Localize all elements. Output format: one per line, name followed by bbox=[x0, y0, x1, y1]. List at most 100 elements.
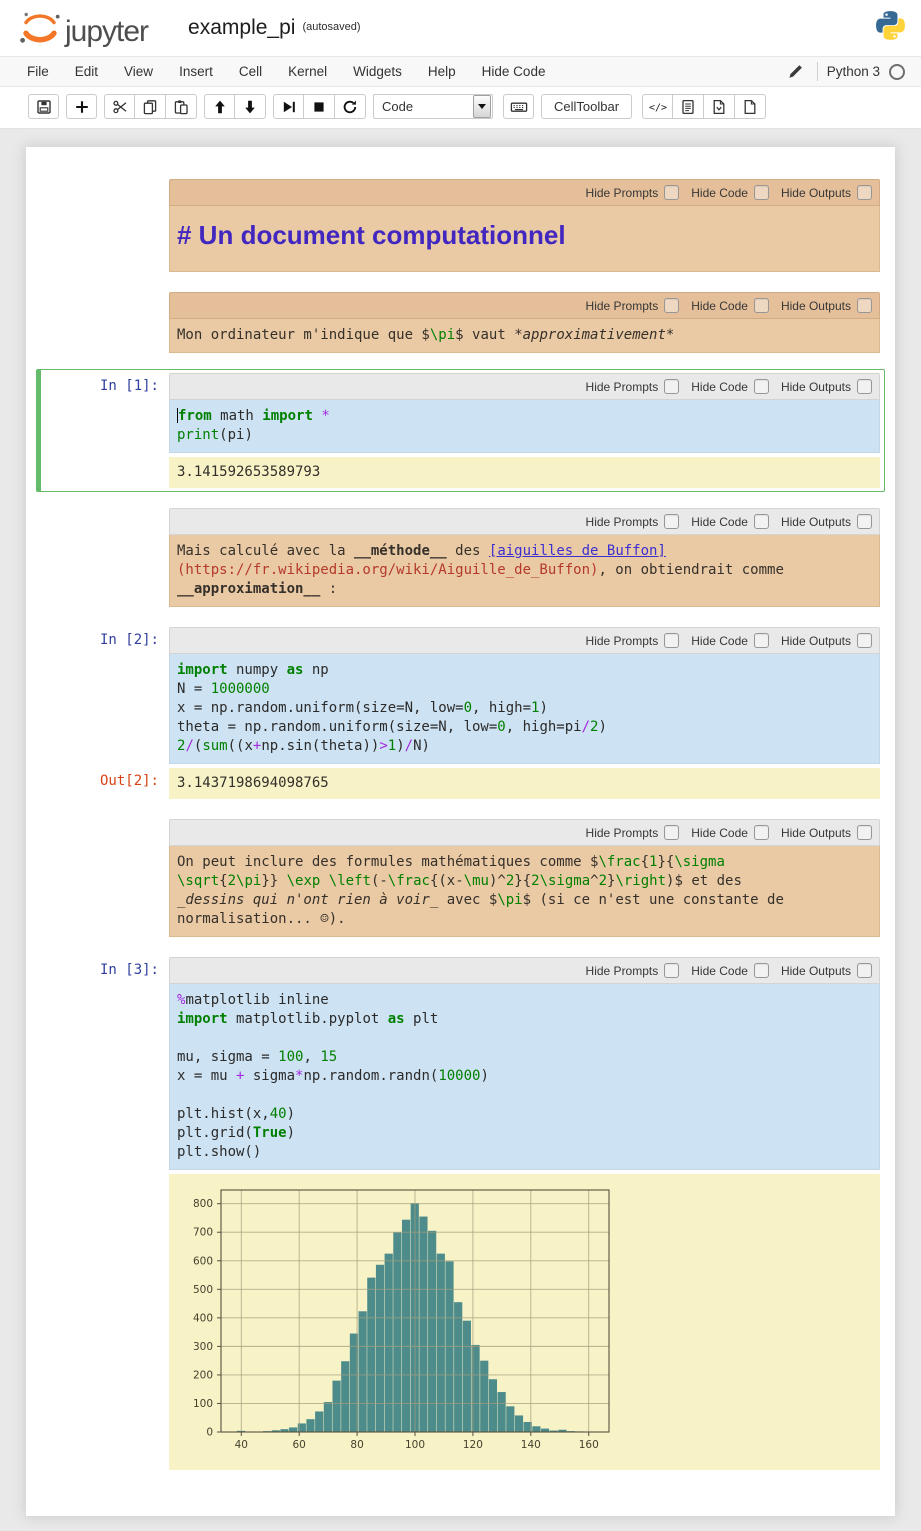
cut-button[interactable] bbox=[104, 94, 135, 119]
paste-button[interactable] bbox=[166, 94, 197, 119]
hide-code-checkbox[interactable] bbox=[754, 633, 769, 648]
markdown-source[interactable]: Mon ordinateur m'indique que $\pi$ vaut … bbox=[169, 319, 880, 353]
hide-prompts-checkbox[interactable] bbox=[664, 185, 679, 200]
notebook-title[interactable]: example_pi bbox=[188, 16, 295, 40]
code-cell[interactable]: In [2]:Hide PromptsHide CodeHide Outputs… bbox=[36, 623, 885, 803]
menu-item-edit[interactable]: Edit bbox=[62, 64, 111, 79]
hide-prompts-checkbox[interactable] bbox=[664, 825, 679, 840]
hide-outputs-checkbox[interactable] bbox=[857, 633, 872, 648]
notebook-header: jupyter example_pi (autosaved) bbox=[0, 0, 921, 56]
toolbar-group bbox=[28, 94, 59, 119]
cell-type-select[interactable]: Code bbox=[373, 94, 493, 119]
hide-outputs-checkbox[interactable] bbox=[857, 185, 872, 200]
move-down-button[interactable] bbox=[235, 94, 266, 119]
add-cell-button[interactable] bbox=[66, 94, 97, 119]
histogram-figure: 4060801001201401600100200300400500600700… bbox=[173, 1178, 625, 1462]
file-blank-icon bbox=[742, 99, 758, 115]
menu-items: FileEditViewInsertCellKernelWidgetsHelpH… bbox=[14, 63, 558, 81]
python-logo-icon bbox=[874, 9, 907, 47]
output-prompt bbox=[41, 1170, 169, 1470]
jupyter-logo[interactable]: jupyter bbox=[18, 9, 148, 47]
source-line: # Un document computationnel bbox=[177, 213, 872, 264]
hide-code-checkbox[interactable] bbox=[754, 963, 769, 978]
file-text-button[interactable] bbox=[673, 94, 704, 119]
code-editor[interactable]: import numpy as npN = 1000000x = np.rand… bbox=[169, 654, 880, 764]
file-blank-button[interactable] bbox=[735, 94, 766, 119]
input-prompt: In [1]: bbox=[41, 373, 169, 453]
cell-toolbar-label: Hide Code bbox=[691, 515, 748, 529]
hide-prompts-checkbox[interactable] bbox=[664, 379, 679, 394]
save-button[interactable] bbox=[28, 94, 59, 119]
kernel-name[interactable]: Python 3 bbox=[827, 64, 880, 79]
menu-item-widgets[interactable]: Widgets bbox=[340, 64, 415, 79]
move-up-button[interactable] bbox=[204, 94, 235, 119]
markdown-cell[interactable]: Hide PromptsHide CodeHide OutputsOn peut… bbox=[36, 815, 885, 941]
hide-outputs-checkbox[interactable] bbox=[857, 963, 872, 978]
source-line: import matplotlib.pyplot as plt bbox=[177, 1010, 872, 1029]
markdown-cell[interactable]: Hide PromptsHide CodeHide Outputs # Un do… bbox=[36, 175, 885, 276]
source-line: (https://fr.wikipedia.org/wiki/Aiguille_… bbox=[177, 561, 872, 580]
markdown-source[interactable]: # Un document computationnel bbox=[169, 206, 880, 272]
menu-item-insert[interactable]: Insert bbox=[166, 64, 226, 79]
hide-prompts-checkbox[interactable] bbox=[664, 633, 679, 648]
run-step-button[interactable] bbox=[273, 94, 304, 119]
hide-prompts-checkbox[interactable] bbox=[664, 514, 679, 529]
hide-prompts-checkbox[interactable] bbox=[664, 298, 679, 313]
svg-text:140: 140 bbox=[521, 1439, 541, 1451]
cell-toolbar: Hide PromptsHide CodeHide Outputs bbox=[169, 373, 880, 400]
input-prompt bbox=[41, 292, 169, 353]
hide-outputs-checkbox[interactable] bbox=[857, 825, 872, 840]
input-prompt bbox=[41, 179, 169, 272]
menu-item-view[interactable]: View bbox=[111, 64, 166, 79]
markdown-source[interactable]: Mais calculé avec la __méthode__ des [ai… bbox=[169, 535, 880, 607]
svg-text:100: 100 bbox=[405, 1439, 425, 1451]
hide-code-checkbox[interactable] bbox=[754, 825, 769, 840]
cell-toolbar: Hide PromptsHide CodeHide Outputs bbox=[169, 179, 880, 206]
cell-toolbar-label: Hide Code bbox=[691, 299, 748, 313]
menu-item-kernel[interactable]: Kernel bbox=[275, 64, 340, 79]
markdown-source[interactable]: On peut inclure des formules mathématiqu… bbox=[169, 846, 880, 937]
hide-prompts-checkbox[interactable] bbox=[664, 963, 679, 978]
svg-text:200: 200 bbox=[193, 1369, 213, 1381]
input-prompt bbox=[41, 508, 169, 607]
notebook-container: Hide PromptsHide CodeHide Outputs # Un do… bbox=[26, 147, 895, 1516]
hide-code-checkbox[interactable] bbox=[754, 514, 769, 529]
code-cell[interactable]: In [1]:Hide PromptsHide CodeHide Outputs… bbox=[36, 369, 885, 492]
source-line: Mais calculé avec la __méthode__ des [ai… bbox=[177, 542, 872, 561]
toolbar-group bbox=[503, 94, 534, 119]
hide-code-checkbox[interactable] bbox=[754, 298, 769, 313]
cell-toolbar-label: Hide Outputs bbox=[781, 380, 851, 394]
text-output: 3.1437198694098765 bbox=[169, 768, 880, 799]
restart-kernel-button[interactable] bbox=[335, 94, 366, 119]
cell-toolbar: Hide PromptsHide CodeHide Outputs bbox=[169, 627, 880, 654]
celltoolbar-button[interactable]: CellToolbar bbox=[541, 94, 632, 119]
copy-button[interactable] bbox=[135, 94, 166, 119]
restart-kernel-icon bbox=[342, 99, 358, 115]
move-down-icon bbox=[242, 99, 258, 115]
cell-toolbar-label: Hide Outputs bbox=[781, 634, 851, 648]
markdown-cell[interactable]: Hide PromptsHide CodeHide OutputsMon ord… bbox=[36, 288, 885, 357]
select-caret-button[interactable] bbox=[473, 95, 491, 118]
markdown-cell[interactable]: Hide PromptsHide CodeHide Outputs Mais ca… bbox=[36, 504, 885, 611]
kernel-divider bbox=[817, 62, 818, 81]
menu-item-file[interactable]: File bbox=[14, 64, 62, 79]
hide-outputs-checkbox[interactable] bbox=[857, 514, 872, 529]
stop-button[interactable] bbox=[304, 94, 335, 119]
keyboard-button[interactable] bbox=[503, 94, 534, 119]
code-editor[interactable]: %matplotlib inlineimport matplotlib.pypl… bbox=[169, 984, 880, 1170]
hide-code-checkbox[interactable] bbox=[754, 185, 769, 200]
file-pdf-button[interactable] bbox=[704, 94, 735, 119]
hide-code-checkbox[interactable] bbox=[754, 379, 769, 394]
source-line: mu, sigma = 100, 15 bbox=[177, 1048, 872, 1067]
hide-outputs-checkbox[interactable] bbox=[857, 298, 872, 313]
code-editor[interactable]: from math import *print(pi) bbox=[169, 400, 880, 453]
code-cell[interactable]: In [3]:Hide PromptsHide CodeHide Outputs… bbox=[36, 953, 885, 1474]
code-html-button[interactable]: </> bbox=[642, 94, 673, 119]
cell-inner: Hide PromptsHide CodeHide Outputs Mais ca… bbox=[169, 508, 880, 607]
source-line: from math import * bbox=[177, 407, 872, 426]
menu-item-cell[interactable]: Cell bbox=[226, 64, 275, 79]
menu-item-hide-code[interactable]: Hide Code bbox=[469, 64, 559, 79]
menu-item-help[interactable]: Help bbox=[415, 64, 469, 79]
hide-outputs-checkbox[interactable] bbox=[857, 379, 872, 394]
cell-toolbar: Hide PromptsHide CodeHide Outputs bbox=[169, 508, 880, 535]
